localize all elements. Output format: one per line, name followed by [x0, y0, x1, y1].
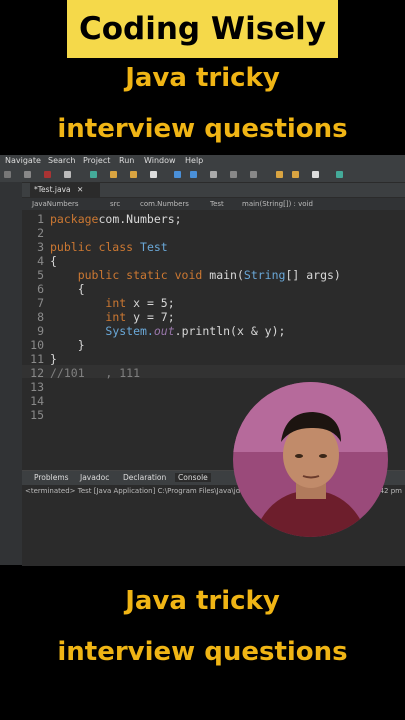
code-line[interactable]: } — [50, 352, 57, 366]
line-number: 11 — [30, 352, 44, 366]
toolbar-open-icon[interactable] — [130, 171, 137, 178]
toolbar — [0, 168, 405, 183]
code-line[interactable]: int y = 7; — [50, 310, 174, 324]
line-number: 6 — [37, 282, 44, 296]
caption-top-line2: interview questions — [57, 114, 348, 144]
toolbar-forward-icon[interactable] — [292, 171, 299, 178]
toolbar-arrow-icon[interactable] — [312, 171, 319, 178]
channel-title: Coding Wisely — [78, 11, 327, 47]
line-number: 12 — [30, 366, 44, 380]
code-line[interactable]: public static void main(String[] args) — [50, 268, 341, 282]
caption-bottom-line2: interview questions — [57, 637, 348, 667]
code-line[interactable]: } — [50, 338, 85, 352]
line-number: 1 — [37, 212, 44, 226]
toolbar-save-icon[interactable] — [24, 171, 31, 178]
menu-search[interactable]: Search — [48, 156, 75, 165]
toolbar-back-icon[interactable] — [276, 171, 283, 178]
breadcrumb: JavaNumbers src com.Numbers Test main(St… — [22, 198, 405, 210]
menu-help[interactable]: Help — [185, 156, 203, 165]
line-number: 13 — [30, 380, 44, 394]
line-number: 10 — [30, 338, 44, 352]
toolbar-perspective-icon[interactable] — [336, 171, 343, 178]
console-time: 42 pm — [379, 487, 402, 495]
code-line[interactable]: { — [50, 282, 85, 296]
line-number: 4 — [37, 254, 44, 268]
code-line[interactable]: System.out.println(x & y); — [50, 324, 285, 338]
code-line[interactable]: public class Test — [50, 240, 168, 254]
toolbar-search-icon[interactable] — [210, 171, 217, 178]
line-number: 15 — [30, 408, 44, 422]
presenter-figure — [233, 382, 388, 537]
toolbar-annotation-icon[interactable] — [230, 171, 237, 178]
caption-top-line1: Java tricky — [125, 63, 280, 93]
breadcrumb-src[interactable]: src — [110, 198, 120, 210]
menu-bar: Navigate Search Project Run Window Help — [0, 155, 405, 168]
line-number: 7 — [37, 296, 44, 310]
code-line[interactable]: //101 , 111 — [50, 366, 140, 380]
breadcrumb-package[interactable]: com.Numbers — [140, 198, 189, 210]
breadcrumb-project[interactable]: JavaNumbers — [32, 198, 79, 210]
menu-window[interactable]: Window — [144, 156, 176, 165]
breadcrumb-class[interactable]: Test — [210, 198, 224, 210]
code-line[interactable]: { — [50, 254, 57, 268]
tab-close-icon[interactable]: ✕ — [77, 185, 83, 194]
toolbar-new-icon[interactable] — [4, 171, 11, 178]
code-line[interactable]: packagecom.Numbers; — [50, 212, 182, 226]
toolbar-edit-icon[interactable] — [150, 171, 157, 178]
channel-banner: Coding Wisely — [67, 0, 338, 58]
toolbar-coverage-icon[interactable] — [190, 171, 197, 178]
menu-project[interactable]: Project — [83, 156, 110, 165]
tab-test-java[interactable]: *Test.java ✕ — [30, 183, 100, 197]
webcam-overlay — [233, 382, 388, 537]
line-number: 14 — [30, 394, 44, 408]
toolbar-debug-icon[interactable] — [90, 171, 97, 178]
toolbar-next-icon[interactable] — [250, 171, 257, 178]
toolbar-stop-icon[interactable] — [44, 171, 51, 178]
toolbar-print-icon[interactable] — [64, 171, 71, 178]
line-number: 5 — [37, 268, 44, 282]
line-number: 3 — [37, 240, 44, 254]
tab-console[interactable]: Console — [175, 473, 211, 482]
line-number: 8 — [37, 310, 44, 324]
editor-tab-bar: *Test.java ✕ — [22, 183, 405, 197]
toolbar-folder-icon[interactable] — [110, 171, 117, 178]
toolbar-run-icon[interactable] — [174, 171, 181, 178]
breadcrumb-method[interactable]: main(String[]) : void — [242, 198, 313, 210]
tab-declaration[interactable]: Declaration — [123, 473, 166, 482]
tab-problems[interactable]: Problems — [34, 473, 69, 482]
menu-navigate[interactable]: Navigate — [5, 156, 41, 165]
menu-run[interactable]: Run — [119, 156, 134, 165]
line-number: 2 — [37, 226, 44, 240]
code-line[interactable]: int x = 5; — [50, 296, 174, 310]
caption-bottom-line1: Java tricky — [125, 586, 280, 616]
tab-label: *Test.java — [34, 185, 71, 194]
left-side-strip — [0, 182, 22, 565]
tab-javadoc[interactable]: Javadoc — [80, 473, 109, 482]
line-number: 9 — [37, 324, 44, 338]
